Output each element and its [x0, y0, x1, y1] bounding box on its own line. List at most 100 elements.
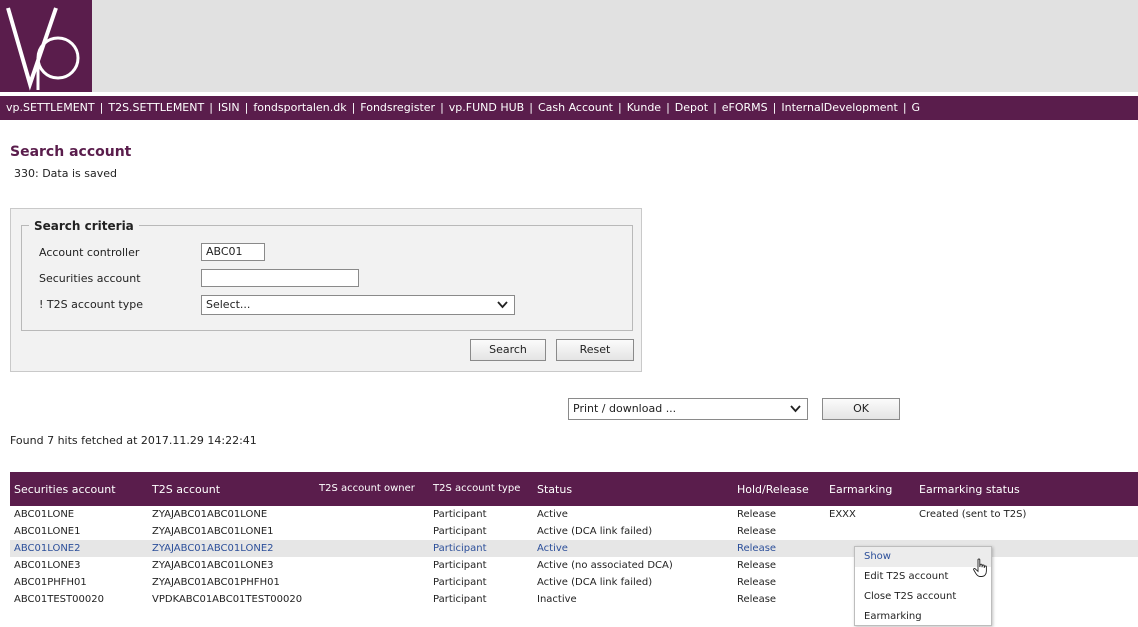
nav-separator: |: [713, 101, 717, 114]
nav-link[interactable]: vp.FUND HUB: [449, 101, 524, 114]
table-cell: [315, 557, 429, 574]
table-cell: Release: [737, 509, 777, 520]
nav-link[interactable]: vp.SETTLEMENT: [6, 101, 95, 114]
t2s-account-type-select[interactable]: Select...: [201, 295, 515, 315]
column-header[interactable]: Hold/Release: [733, 472, 825, 506]
hits-summary: Found 7 hits fetched at 2017.11.29 14:22…: [10, 434, 257, 447]
table-cell: ZYAJABC01ABC01LONE2: [148, 540, 315, 557]
table-cell: [825, 523, 915, 540]
nav-separator: |: [351, 101, 356, 114]
search-button[interactable]: Search: [470, 339, 546, 361]
table-cell: Participant: [433, 560, 487, 571]
menu-item-close-t2s-account[interactable]: Close T2S account: [855, 587, 991, 607]
table-row[interactable]: ABC01LONE ZYAJABC01ABC01LONE Participant Ac…: [10, 506, 1138, 523]
nav-separator: |: [772, 101, 777, 114]
table-cell: ZYAJABC01ABC01LONE1: [152, 526, 274, 537]
menu-item-earmarking[interactable]: Earmarking: [855, 607, 991, 627]
table-cell: ABC01PHFH01: [14, 577, 87, 588]
table-cell: [315, 540, 429, 557]
table-cell: Participant: [429, 540, 533, 557]
hand-pointer-icon: [973, 558, 987, 577]
table-cell: VPDKABC01ABC01TEST00020: [152, 594, 303, 605]
ok-button[interactable]: OK: [822, 398, 900, 420]
page-title: Search account: [10, 144, 132, 160]
t2s-account-type-label: ! T2S account type: [39, 298, 143, 311]
nav-separator: |: [440, 101, 444, 114]
nav-separator: |: [529, 101, 533, 114]
table-cell: Participant: [433, 526, 487, 537]
nav-separator: |: [618, 101, 622, 114]
column-header[interactable]: Securities account: [10, 472, 148, 506]
table-cell: Release: [737, 560, 777, 571]
table-cell: [315, 574, 429, 591]
table-cell: Release: [737, 526, 777, 537]
chevron-down-icon: [497, 296, 508, 320]
securities-account-input[interactable]: [201, 269, 359, 287]
table-cell: Active (DCA link failed): [537, 577, 653, 588]
menu-item-show[interactable]: Show: [855, 547, 991, 567]
account-controller-label: Account controller: [39, 246, 140, 259]
header-banner: [0, 0, 1138, 92]
chevron-down-icon: [790, 399, 801, 426]
table-cell: Active (no associated DCA): [537, 560, 673, 571]
nav-link[interactable]: Depot: [675, 101, 708, 114]
nav-link[interactable]: G: [912, 101, 921, 114]
table-cell: Inactive: [537, 594, 577, 605]
nav-link[interactable]: T2S.SETTLEMENT: [108, 101, 204, 114]
table-cell: Release: [737, 594, 777, 605]
table-cell: ABC01LONE3: [14, 560, 81, 571]
status-message: 330: Data is saved: [14, 167, 117, 180]
securities-account-label: Securities account: [39, 272, 141, 285]
table-cell: Participant: [433, 577, 487, 588]
vp-logo[interactable]: [0, 0, 92, 92]
print-download-selected: Print / download ...: [573, 402, 677, 415]
table-cell: [915, 523, 1138, 540]
table-cell: Participant: [433, 594, 487, 605]
nav-link[interactable]: Cash Account: [538, 101, 613, 114]
column-header[interactable]: T2S account type: [429, 472, 533, 506]
nav-separator: |: [99, 101, 104, 114]
table-cell: ZYAJABC01ABC01LONE: [152, 509, 268, 520]
print-download-select[interactable]: Print / download ...: [568, 398, 808, 420]
search-criteria-legend: Search criteria: [29, 219, 139, 233]
table-cell: ABC01TEST00020: [14, 594, 104, 605]
table-cell: ABC01LONE2: [10, 540, 148, 557]
table-cell: Active: [533, 540, 733, 557]
table-cell: Release: [733, 540, 825, 557]
table-cell: ZYAJABC01ABC01LONE3: [152, 560, 274, 571]
nav-separator: |: [902, 101, 907, 114]
table-cell: ABC01LONE1: [14, 526, 81, 537]
nav-link[interactable]: eFORMS: [722, 101, 768, 114]
column-header[interactable]: T2S account owner: [315, 472, 429, 506]
table-cell: EXXX: [829, 509, 856, 520]
table-cell: ZYAJABC01ABC01PHFH01: [152, 577, 280, 588]
menu-item-edit-t2s-account[interactable]: Edit T2S account: [855, 567, 991, 587]
nav-link[interactable]: InternalDevelopment: [781, 101, 897, 114]
table-cell: Active: [537, 509, 568, 520]
nav-separator: |: [666, 101, 670, 114]
nav-items: vp.SETTLEMENT | T2S.SETTLEMENT | ISIN | fondsp…: [0, 96, 1138, 120]
table-cell: Active (DCA link failed): [537, 526, 653, 537]
nav-link[interactable]: fondsportalen.dk: [253, 101, 346, 114]
vp-logo-icon: [6, 7, 80, 91]
column-header[interactable]: Status: [533, 472, 733, 506]
table-cell: [315, 523, 429, 540]
search-panel: Search criteria Account controller ABC01…: [10, 208, 642, 372]
main-navigation: vp.SETTLEMENT | T2S.SETTLEMENT | ISIN | fondsp…: [0, 96, 1138, 120]
column-header[interactable]: Earmarking status: [915, 472, 1138, 506]
table-cell: Created (sent to T2S): [919, 509, 1027, 520]
nav-link[interactable]: Fondsregister: [360, 101, 435, 114]
table-row[interactable]: ABC01LONE1 ZYAJABC01ABC01LONE1 Participant…: [10, 523, 1138, 540]
reset-button[interactable]: Reset: [556, 339, 634, 361]
column-header[interactable]: Earmarking: [825, 472, 915, 506]
nav-separator: |: [244, 101, 249, 114]
column-header[interactable]: T2S account: [148, 472, 315, 506]
account-controller-input[interactable]: ABC01: [201, 243, 265, 261]
table-header-row: Securities account T2S account T2S accou…: [10, 472, 1138, 506]
t2s-account-type-selected: Select...: [206, 298, 251, 311]
nav-link[interactable]: ISIN: [218, 101, 240, 114]
table-cell: [315, 506, 429, 523]
nav-separator: |: [209, 101, 213, 114]
nav-link[interactable]: Kunde: [627, 101, 661, 114]
table-cell: Release: [737, 577, 777, 588]
